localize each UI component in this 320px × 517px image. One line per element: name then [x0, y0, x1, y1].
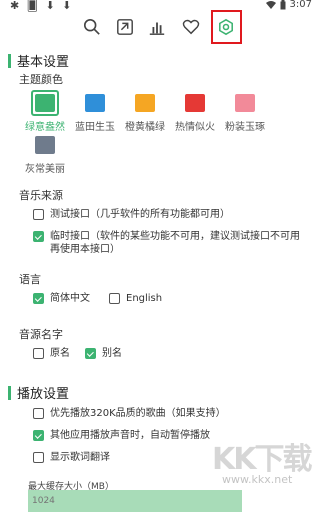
download-box-icon[interactable]	[114, 16, 136, 38]
top-toolbar	[0, 12, 320, 44]
checkbox-label: 其他应用播放声音时，自动暂停播放	[50, 430, 210, 441]
checkbox-box	[85, 348, 96, 359]
search-icon[interactable]	[81, 16, 103, 38]
theme-swatch	[235, 94, 255, 112]
checkbox-box	[33, 452, 44, 463]
language-label: 语言	[19, 273, 41, 286]
name-original-checkbox[interactable]: 原名	[33, 347, 70, 360]
status-time: 3:07	[289, 0, 312, 10]
checkbox-box	[33, 408, 44, 419]
source-name-label: 音源名字	[19, 328, 63, 341]
status-right: 3:07	[265, 0, 312, 10]
checkbox-label: 临时接口（软件的某些功能不可用，建议测试接口不可用再使用本接口）	[50, 231, 300, 255]
theme-option-pink[interactable]: 粉装玉琢	[219, 90, 271, 133]
source-temp-checkbox[interactable]: 临时接口（软件的某些功能不可用，建议测试接口不可用再使用本接口）	[33, 230, 305, 256]
checkbox-label: 优先播放320K品质的歌曲（如果支持）	[50, 408, 226, 419]
theme-swatch	[135, 94, 155, 112]
checkbox-label: 原名	[50, 348, 70, 359]
lyric-translation-checkbox[interactable]: 显示歌词翻译	[33, 451, 110, 464]
checkbox-label: 别名	[102, 348, 122, 359]
notification-icons: ✱ 🂠 ⬇ ⬇	[10, 0, 74, 12]
theme-name: 粉装玉琢	[225, 122, 265, 133]
theme-swatch-frame	[181, 90, 209, 116]
cache-size-input[interactable]	[28, 490, 242, 512]
theme-option-red[interactable]: 热情似火	[169, 90, 221, 133]
watermark-url: www.kkx.net	[222, 473, 293, 486]
theme-swatch	[185, 94, 205, 112]
source-test-checkbox[interactable]: 测试接口（几乎软件的所有功能都可用）	[33, 208, 303, 221]
checkbox-box	[33, 430, 44, 441]
theme-name: 绿意盎然	[25, 122, 65, 133]
language-zh-checkbox[interactable]: 简体中文	[33, 292, 90, 305]
theme-swatch	[35, 94, 55, 112]
language-en-checkbox[interactable]: English	[109, 292, 162, 305]
checkbox-label: 简体中文	[50, 293, 90, 304]
chart-icon[interactable]	[146, 16, 168, 38]
checkbox-box	[33, 348, 44, 359]
section-title-basic: 基本设置	[8, 51, 69, 70]
theme-swatch-frame	[231, 90, 259, 116]
theme-option-blue[interactable]: 蓝田生玉	[69, 90, 121, 133]
theme-swatch-frame	[31, 132, 59, 158]
theme-option-green[interactable]: 绿意盎然	[19, 90, 71, 133]
theme-swatch	[85, 94, 105, 112]
battery-icon	[280, 0, 286, 9]
theme-option-orange[interactable]: 橙黄橘绿	[119, 90, 171, 133]
theme-swatch-frame	[131, 90, 159, 116]
active-tab-highlight	[211, 10, 242, 44]
theme-name: 橙黄橘绿	[125, 122, 165, 133]
theme-name: 热情似火	[175, 122, 215, 133]
prefer-320k-checkbox[interactable]: 优先播放320K品质的歌曲（如果支持）	[33, 407, 226, 420]
theme-name: 灰常美丽	[25, 164, 65, 175]
theme-swatch	[35, 136, 55, 154]
status-bar: ✱ 🂠 ⬇ ⬇ 3:07	[0, 0, 320, 12]
checkbox-box	[109, 293, 120, 304]
music-source-label: 音乐来源	[19, 189, 63, 202]
theme-name: 蓝田生玉	[75, 122, 115, 133]
name-alias-checkbox[interactable]: 别名	[85, 347, 122, 360]
checkbox-label: 测试接口（几乎软件的所有功能都可用）	[50, 209, 230, 220]
auto-pause-checkbox[interactable]: 其他应用播放声音时，自动暂停播放	[33, 429, 210, 442]
wifi-icon	[265, 1, 276, 9]
watermark-logo: KK下载	[212, 442, 312, 477]
checkbox-box	[33, 209, 44, 220]
checkbox-box	[33, 293, 44, 304]
heart-icon[interactable]	[180, 16, 202, 38]
checkbox-box	[33, 231, 44, 242]
checkbox-label: English	[126, 293, 163, 304]
theme-swatch-frame	[81, 90, 109, 116]
theme-option-gray[interactable]: 灰常美丽	[19, 132, 71, 175]
theme-color-label: 主题颜色	[19, 73, 63, 86]
theme-swatch-frame	[31, 90, 59, 116]
checkbox-label: 显示歌词翻译	[50, 452, 110, 463]
section-title-playback: 播放设置	[8, 383, 69, 402]
